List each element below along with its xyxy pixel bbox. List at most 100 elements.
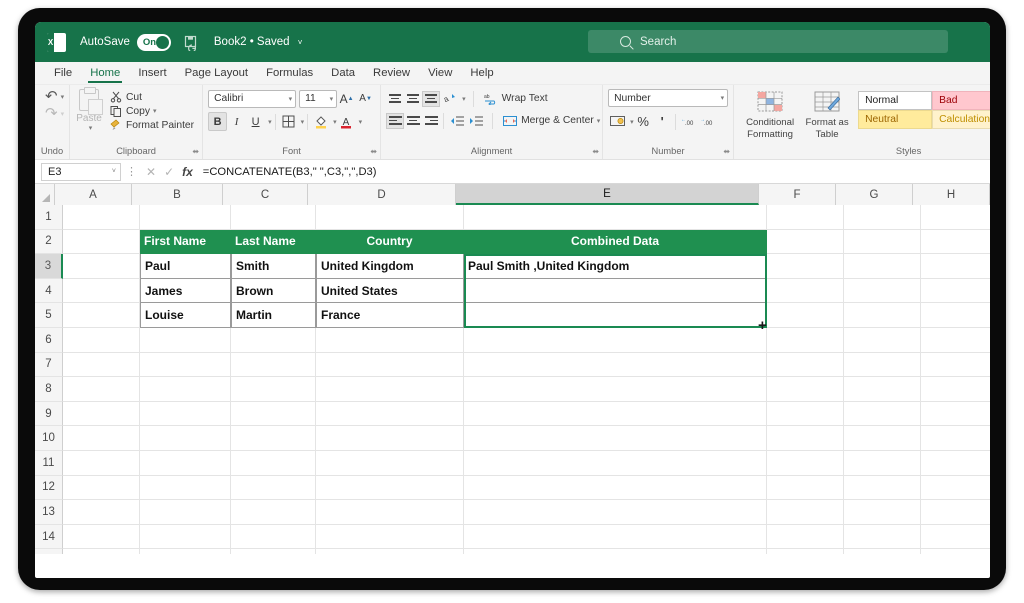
font-name-combo[interactable]: Calibri ▾ [208, 89, 297, 108]
font-dialog-launcher[interactable]: ⬌ [370, 147, 377, 156]
tab-review[interactable]: Review [364, 65, 419, 81]
cell-h1[interactable] [921, 205, 990, 230]
undo-dropdown-caret[interactable]: ▾ [61, 93, 65, 101]
cell-h7[interactable] [921, 353, 990, 378]
cell-e2-combined-data-header[interactable]: Combined Data [464, 229, 767, 255]
row-header-13[interactable]: 13 [35, 500, 63, 525]
formula-input[interactable]: =CONCATENATE(B3," ",C3,",",D3) [199, 166, 990, 178]
column-header-a[interactable]: A [55, 184, 132, 205]
cell-h3[interactable] [921, 254, 990, 279]
cell-d4-country[interactable]: United States [316, 278, 464, 304]
row-header-14[interactable]: 14 [35, 524, 63, 550]
cell-d5-country[interactable]: France [316, 303, 464, 328]
bold-button[interactable]: B [208, 112, 228, 131]
cell-c14[interactable] [231, 524, 316, 550]
cell-c5-last-name[interactable]: Martin [231, 303, 316, 328]
cell-e11[interactable] [464, 450, 767, 476]
cell-a9[interactable] [63, 401, 140, 427]
cell-f11[interactable] [767, 450, 844, 476]
cell-e5-combined[interactable] [464, 303, 767, 328]
cell-e1[interactable] [464, 205, 767, 230]
cell-b3-first-name[interactable]: Paul [140, 254, 231, 279]
row-header-4[interactable]: 4 [35, 278, 63, 304]
decrease-font-size-button[interactable]: A ▼ [356, 89, 375, 108]
merge-center-button[interactable]: Merge & Center ▾ [500, 114, 603, 128]
cell-g3[interactable] [844, 254, 921, 279]
underline-caret[interactable]: ▾ [268, 118, 272, 126]
cell-b9[interactable] [140, 401, 231, 427]
cell-b13[interactable] [140, 500, 231, 525]
cell-d3-country[interactable]: United Kingdom [316, 254, 464, 279]
align-left-icon[interactable] [386, 112, 405, 129]
cell-a2[interactable] [63, 229, 140, 255]
style-bad[interactable]: Bad [932, 91, 990, 110]
cell-h13[interactable] [921, 500, 990, 525]
style-calculation[interactable]: Calculation [932, 110, 990, 129]
column-header-h[interactable]: H [913, 184, 990, 205]
cell-b14[interactable] [140, 524, 231, 550]
cell-g2[interactable] [844, 229, 921, 255]
cell-b2-first-name-header[interactable]: First Name [140, 229, 231, 255]
cell-d15[interactable] [316, 549, 464, 554]
font-color-caret[interactable]: ▾ [359, 118, 363, 126]
align-top-icon[interactable] [386, 91, 404, 107]
name-box-caret[interactable]: ˅ [112, 168, 116, 175]
cell-c1[interactable] [231, 205, 316, 230]
align-bottom-icon[interactable] [422, 90, 441, 107]
tab-data[interactable]: Data [322, 65, 364, 81]
row-header-2[interactable]: 2 [35, 229, 63, 255]
row-header-12[interactable]: 12 [35, 475, 63, 501]
chevron-down-icon[interactable]: ˅ [298, 38, 303, 47]
autosave-toggle[interactable]: On [136, 33, 171, 51]
decrease-indent-icon[interactable] [447, 111, 466, 130]
column-header-e[interactable]: E [456, 184, 759, 205]
cell-c11[interactable] [231, 450, 316, 476]
cell-c2-last-name-header[interactable]: Last Name [231, 229, 316, 255]
cell-e12[interactable] [464, 475, 767, 501]
cell-d14[interactable] [316, 524, 464, 550]
cell-a10[interactable] [63, 426, 140, 451]
column-header-f[interactable]: F [759, 184, 836, 205]
cell-e7[interactable] [464, 352, 767, 378]
cell-d12[interactable] [316, 475, 464, 501]
row-header-3[interactable]: 3 [35, 254, 63, 279]
cell-c3-last-name[interactable]: Smith [231, 254, 316, 279]
undo-arrow-icon[interactable]: ↶ [45, 89, 58, 104]
fill-color-icon[interactable] [311, 112, 330, 131]
merge-center-caret[interactable]: ▾ [597, 117, 601, 125]
cell-h6[interactable] [921, 328, 990, 353]
format-painter-button[interactable]: Format Painter [107, 118, 197, 132]
cell-b6[interactable] [140, 327, 231, 353]
tab-view[interactable]: View [419, 65, 461, 81]
search-input[interactable]: Search [588, 30, 948, 53]
wrap-text-button[interactable]: ab Wrap Text [481, 92, 551, 106]
cell-g4[interactable] [844, 278, 921, 304]
align-middle-icon[interactable] [404, 91, 422, 107]
cell-c12[interactable] [231, 475, 316, 501]
cell-f7[interactable] [767, 352, 844, 378]
paste-dropdown-caret[interactable]: ▾ [89, 124, 93, 132]
cell-h2[interactable] [921, 230, 990, 255]
cell-a14[interactable] [63, 524, 140, 550]
style-neutral[interactable]: Neutral [858, 110, 933, 129]
align-center-icon[interactable] [404, 113, 422, 129]
row-header-1[interactable]: 1 [35, 205, 63, 230]
cell-a3[interactable] [63, 254, 140, 279]
cell-b11[interactable] [140, 450, 231, 476]
cell-c8[interactable] [231, 377, 316, 402]
cell-g12[interactable] [844, 475, 921, 501]
row-header-6[interactable]: 6 [35, 327, 63, 353]
cell-a4[interactable] [63, 278, 140, 304]
cell-e3-combined[interactable]: Paul Smith ,United Kingdom [464, 254, 767, 279]
cell-g9[interactable] [844, 401, 921, 427]
cell-h4[interactable] [921, 279, 990, 304]
tab-page-layout[interactable]: Page Layout [176, 65, 257, 81]
cell-d9[interactable] [316, 401, 464, 427]
row-header-11[interactable]: 11 [35, 450, 63, 476]
cell-f14[interactable] [767, 524, 844, 550]
cell-a5[interactable] [63, 303, 140, 328]
cell-c10[interactable] [231, 426, 316, 451]
style-normal[interactable]: Normal [858, 91, 933, 110]
cell-f9[interactable] [767, 401, 844, 427]
text-orientation-icon[interactable]: a [440, 89, 459, 108]
